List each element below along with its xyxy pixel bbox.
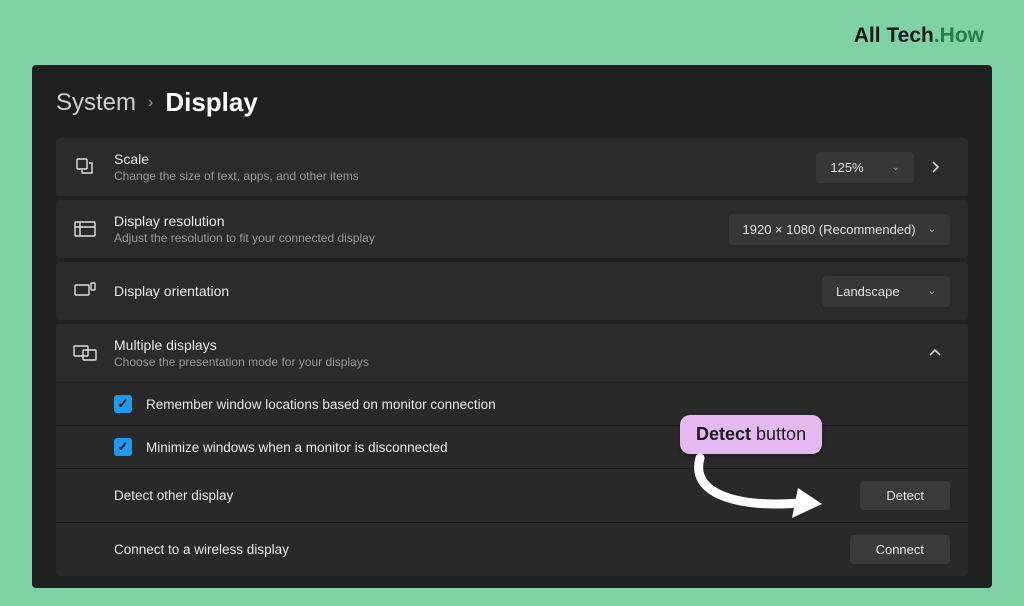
logo-text-2: .How <box>934 24 984 47</box>
logo-text-1: All Tech <box>854 24 934 47</box>
multiple-displays-icon <box>68 336 102 370</box>
callout-bold: Detect <box>696 424 751 444</box>
minimize-windows-checkbox[interactable]: ✓ <box>114 438 132 456</box>
scale-text: Scale Change the size of text, apps, and… <box>114 151 816 183</box>
orientation-value: Landscape <box>836 284 900 299</box>
scale-icon <box>68 150 102 184</box>
resolution-value: 1920 × 1080 (Recommended) <box>743 222 916 237</box>
detect-display-row: Detect other display Detect <box>56 468 968 522</box>
multiple-displays-sub: Choose the presentation mode for your di… <box>114 355 920 369</box>
breadcrumb: System › Display <box>56 87 968 118</box>
resolution-title: Display resolution <box>114 213 729 229</box>
detect-button[interactable]: Detect <box>860 481 950 510</box>
orientation-row[interactable]: Display orientation Landscape ⌄ <box>56 262 968 320</box>
resolution-sub: Adjust the resolution to fit your connec… <box>114 231 729 245</box>
connect-button[interactable]: Connect <box>850 535 950 564</box>
multiple-displays-text: Multiple displays Choose the presentatio… <box>114 337 920 369</box>
callout-text: button <box>751 424 806 444</box>
chevron-right-icon: › <box>148 94 153 112</box>
orientation-dropdown[interactable]: Landscape ⌄ <box>822 276 950 307</box>
remember-locations-checkbox[interactable]: ✓ <box>114 395 132 413</box>
detect-display-label: Detect other display <box>114 488 233 503</box>
scale-more-button[interactable] <box>920 152 950 182</box>
chevron-down-icon: ⌄ <box>928 286 936 297</box>
scale-sub: Change the size of text, apps, and other… <box>114 169 816 183</box>
orientation-title: Display orientation <box>114 283 822 299</box>
remember-locations-row[interactable]: ✓ Remember window locations based on mon… <box>56 382 968 425</box>
scale-dropdown[interactable]: 125% ⌄ <box>816 152 914 183</box>
chevron-down-icon: ⌄ <box>928 224 936 235</box>
scale-value: 125% <box>830 160 863 175</box>
multiple-displays-title: Multiple displays <box>114 337 920 353</box>
scale-row[interactable]: Scale Change the size of text, apps, and… <box>56 138 968 196</box>
resolution-icon <box>68 212 102 246</box>
connect-wireless-label: Connect to a wireless display <box>114 542 289 557</box>
chevron-down-icon: ⌄ <box>892 162 900 173</box>
collapse-button[interactable] <box>920 348 950 358</box>
orientation-icon <box>68 274 102 308</box>
breadcrumb-system[interactable]: System <box>56 89 136 117</box>
resolution-text: Display resolution Adjust the resolution… <box>114 213 729 245</box>
remember-locations-label: Remember window locations based on monit… <box>146 397 496 412</box>
connect-wireless-row: Connect to a wireless display Connect <box>56 522 968 576</box>
site-logo: All Tech.How <box>854 24 984 48</box>
multiple-displays-row[interactable]: Multiple displays Choose the presentatio… <box>56 324 968 382</box>
orientation-text: Display orientation <box>114 283 822 299</box>
resolution-row[interactable]: Display resolution Adjust the resolution… <box>56 200 968 258</box>
settings-window: System › Display Scale Change the size o… <box>32 65 992 588</box>
scale-title: Scale <box>114 151 816 167</box>
minimize-windows-row[interactable]: ✓ Minimize windows when a monitor is dis… <box>56 425 968 468</box>
annotation-callout: Detect button <box>680 415 822 454</box>
resolution-dropdown[interactable]: 1920 × 1080 (Recommended) ⌄ <box>729 214 950 245</box>
breadcrumb-display: Display <box>165 87 258 118</box>
minimize-windows-label: Minimize windows when a monitor is disco… <box>146 440 448 455</box>
